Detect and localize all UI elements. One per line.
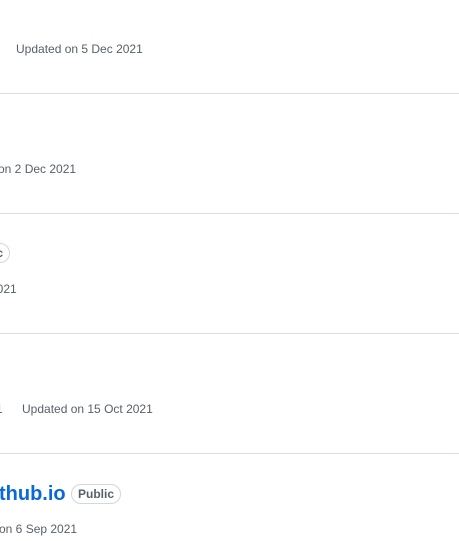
visibility-badge: Public <box>71 484 122 504</box>
divider <box>0 333 459 334</box>
prefix-clip: 1 <box>0 401 4 419</box>
divider <box>0 453 459 454</box>
meta-prefix: 1 <box>0 401 3 417</box>
repository-list: Updated on 5 Dec 2021 on 2 Dec 2021 Publ… <box>0 0 459 541</box>
updated-date: 2021 <box>0 282 17 296</box>
divider <box>0 213 459 214</box>
updated-date: Updated on 15 Oct 2021 <box>22 402 153 416</box>
updated-date: on 2 Dec 2021 <box>0 162 77 176</box>
updated-date: Updated on 5 Dec 2021 <box>16 42 143 56</box>
visibility-badge: Public <box>0 243 11 263</box>
updated-clip: 2021 <box>0 281 40 299</box>
badge-clip: Public <box>0 242 14 266</box>
divider <box>0 93 459 94</box>
repo-name-link[interactable]: thub.io <box>0 482 66 506</box>
updated-date: on 6 Sep 2021 <box>0 522 78 536</box>
